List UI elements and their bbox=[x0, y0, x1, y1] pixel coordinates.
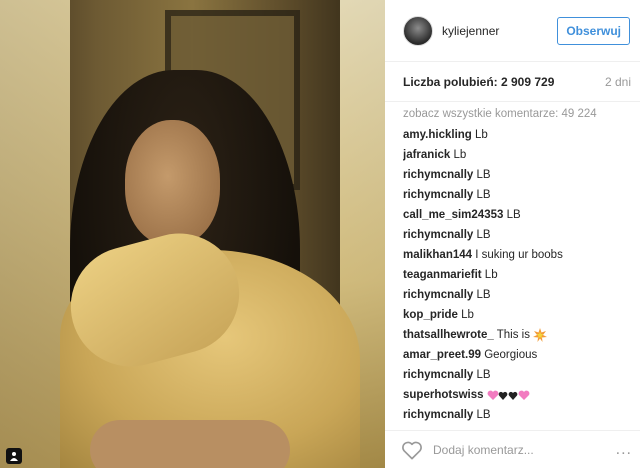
comment-text: I suking ur boobs bbox=[472, 249, 563, 261]
comment-text: Lb bbox=[450, 149, 467, 161]
comment-item: malikhan144 I suking ur boobs bbox=[403, 245, 632, 265]
post-age[interactable]: 2 dni bbox=[605, 75, 631, 89]
comment-item: richymcnally LB bbox=[403, 405, 632, 425]
comment-username[interactable]: jafranick bbox=[403, 149, 450, 161]
photo-subject-face bbox=[125, 120, 220, 245]
comment-text: LB bbox=[473, 289, 491, 301]
post-header: kyliejenner Obserwuj bbox=[385, 0, 640, 62]
comment-text: LB bbox=[473, 169, 491, 181]
avatar[interactable] bbox=[403, 15, 433, 46]
comment-username[interactable]: teaganmariefit bbox=[403, 269, 482, 281]
comment-username[interactable]: thatsallhewrote_ bbox=[403, 329, 494, 341]
comment-text: Georgious bbox=[481, 349, 538, 361]
comment-item: teaganmariefit Lb bbox=[403, 265, 632, 285]
comment-text: LB bbox=[473, 189, 491, 201]
comment-text: Lb bbox=[481, 269, 498, 281]
follow-button[interactable]: Obserwuj bbox=[557, 16, 630, 45]
comment-item: richymcnally LB bbox=[403, 285, 632, 305]
comment-item: richymcnally LB bbox=[403, 185, 632, 205]
comment-username[interactable]: richymcnally bbox=[403, 409, 473, 421]
collision-emoji bbox=[533, 327, 548, 342]
hearts-emoji bbox=[487, 390, 530, 400]
comment-item: richymcnally LB bbox=[403, 165, 632, 185]
comment-text: LB bbox=[473, 229, 491, 241]
comment-username[interactable]: amy.hickling bbox=[403, 129, 472, 141]
comment-text: LB bbox=[503, 209, 521, 221]
comment-text: LB bbox=[473, 409, 491, 421]
comment-item: richymcnally LB bbox=[403, 225, 632, 245]
comment-footer: ... bbox=[385, 430, 640, 468]
likes-count[interactable]: Liczba polubień: 2 909 729 bbox=[403, 75, 554, 89]
comment-username[interactable]: richymcnally bbox=[403, 369, 473, 381]
comment-username[interactable]: malikhan144 bbox=[403, 249, 472, 261]
person-tag-icon[interactable] bbox=[6, 448, 22, 464]
comment-username[interactable]: superhotswiss bbox=[403, 389, 484, 401]
comment-item: superhotswiss bbox=[403, 385, 632, 405]
comment-item: kop_pride Lb bbox=[403, 305, 632, 325]
heart-outline-icon[interactable] bbox=[401, 440, 423, 460]
comment-text: Lb bbox=[457, 309, 474, 321]
comment-username[interactable]: richymcnally bbox=[403, 229, 473, 241]
comment-item: call_me_sim24353 LB bbox=[403, 205, 632, 225]
post-username[interactable]: kyliejenner bbox=[442, 24, 557, 38]
add-comment-input[interactable] bbox=[433, 442, 616, 457]
comment-item: jafranick Lb bbox=[403, 145, 632, 165]
photo-subject-legs bbox=[90, 420, 290, 468]
more-options-button[interactable]: ... bbox=[616, 441, 632, 459]
comment-username[interactable]: richymcnally bbox=[403, 189, 473, 201]
comment-username[interactable]: kop_pride bbox=[403, 309, 458, 321]
post-sidebar: kyliejenner Obserwuj Liczba polubień: 2 … bbox=[385, 0, 640, 468]
comment-text: LB bbox=[473, 369, 491, 381]
likes-row: Liczba polubień: 2 909 729 2 dni bbox=[385, 62, 640, 102]
comment-username[interactable]: richymcnally bbox=[403, 289, 473, 301]
comment-item: amy.hickling Lb bbox=[403, 125, 632, 145]
comment-username[interactable]: amar_preet.99 bbox=[403, 349, 481, 361]
comment-item: thatsallhewrote_ This is bbox=[403, 325, 632, 345]
comment-username[interactable]: richymcnally bbox=[403, 169, 473, 181]
post-photo[interactable] bbox=[0, 0, 385, 468]
comment-username[interactable]: call_me_sim24353 bbox=[403, 209, 503, 221]
comment-item: amar_preet.99 Georgious bbox=[403, 345, 632, 365]
comment-text: Lb bbox=[471, 129, 488, 141]
view-all-comments-link[interactable]: zobacz wszystkie komentarze: 49 224 bbox=[403, 104, 632, 124]
comment-text: This is bbox=[493, 329, 534, 341]
comment-item: richymcnally LB bbox=[403, 365, 632, 385]
comments-list: zobacz wszystkie komentarze: 49 224 amy.… bbox=[385, 104, 640, 425]
